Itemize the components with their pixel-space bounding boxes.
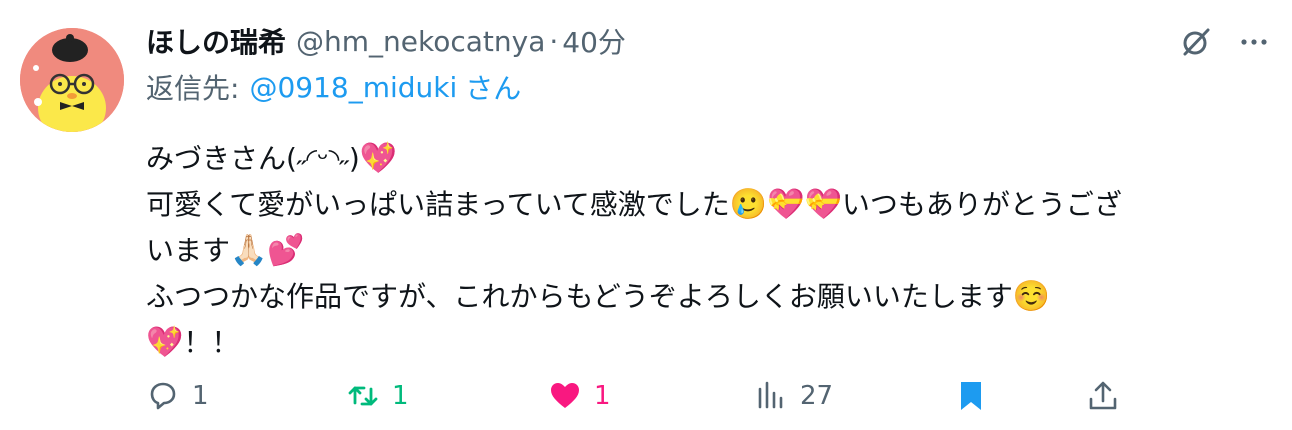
line-text: みづきさん(˶◜ᵕ◝˶) <box>146 142 360 175</box>
line-text: ふつつかな作品ですが、これからもどうぞよろしくお願いいたします <box>146 280 1013 313</box>
share-button[interactable] <box>1086 374 1132 418</box>
emoji-smile: ☺️ <box>1012 279 1051 314</box>
tweet-text: みづきさん(˶◜ᵕ◝˶)💖 可愛くて愛がいっぱい詰まっていて感激でした🥲💝💝いつ… <box>146 136 1256 366</box>
author-handle[interactable]: @hm_nekocatnya <box>296 25 545 58</box>
retweet-count: 1 <box>392 381 409 411</box>
reply-button[interactable]: 1 <box>146 374 209 418</box>
heart-icon <box>551 383 579 408</box>
line-tail: いつもありがとうござ <box>841 188 1122 221</box>
line-tail: ！！ <box>183 326 240 359</box>
author-name[interactable]: ほしの瑞希 <box>146 21 286 61</box>
reply-context: 返信先: @0918_miduki さん <box>146 64 1256 110</box>
line-text: 可愛くて愛がいっぱい詰まっていて感激でした <box>146 188 730 221</box>
emoji-group: 🥲💝💝 <box>729 187 842 222</box>
bookmark-button[interactable] <box>954 374 1000 418</box>
avatar[interactable] <box>20 28 124 132</box>
like-count: 1 <box>594 381 611 411</box>
view-count: 27 <box>800 381 834 411</box>
reply-prefix: 返信先: <box>146 72 240 105</box>
action-bar: 1 1 1 27 <box>146 374 1286 418</box>
tweet-line: います🙏🏻💕 <box>146 228 1256 274</box>
separator-dot: · <box>549 24 559 58</box>
like-button[interactable]: 1 <box>548 374 611 418</box>
bookmark-icon <box>961 382 981 410</box>
emoji-heart-sparkle: 💖 <box>359 141 398 176</box>
timestamp[interactable]: 40分 <box>562 21 626 61</box>
views-icon <box>758 381 783 409</box>
reply-count: 1 <box>192 381 209 411</box>
tweet-line: みづきさん(˶◜ᵕ◝˶)💖 <box>146 136 1256 182</box>
share-icon <box>1089 381 1117 410</box>
tweet-line: 可愛くて愛がいっぱい詰まっていて感激でした🥲💝💝いつもありがとうござ <box>146 182 1256 228</box>
reply-suffix: さん <box>465 72 522 105</box>
avatar-illustration <box>20 28 124 132</box>
tweet-line: ふつつかな作品ですが、これからもどうぞよろしくお願いいたします☺️ <box>146 274 1256 320</box>
emoji-heart-sparkle: 💖 <box>146 325 184 360</box>
reply-to-link[interactable]: @0918_miduki <box>249 71 457 104</box>
tweet-header: ほしの瑞希 @hm_nekocatnya · 40分 <box>146 18 1256 64</box>
views-button[interactable]: 27 <box>754 374 833 418</box>
tweet-line: 💖！！ <box>146 320 1256 366</box>
retweet-button[interactable]: 1 <box>346 374 409 418</box>
emoji-group: 🙏🏻💕 <box>230 233 305 268</box>
retweet-icon <box>348 386 378 406</box>
line-text: います <box>146 234 231 267</box>
reply-icon <box>150 382 176 410</box>
